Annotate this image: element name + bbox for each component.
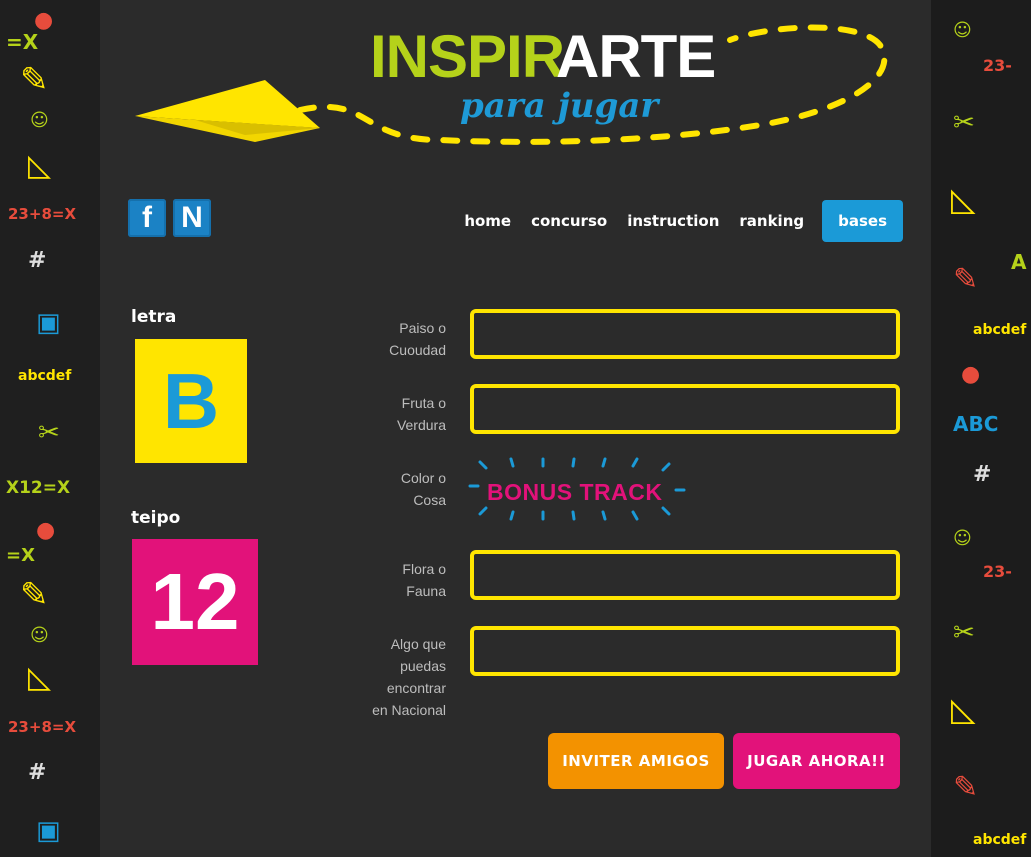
doodle-text: 23- bbox=[983, 56, 1012, 75]
cube-icon: ▣ bbox=[36, 816, 61, 846]
doodle-text: abcdef bbox=[973, 832, 1027, 848]
city-input[interactable] bbox=[470, 309, 900, 359]
smile-icon: ☺ bbox=[30, 110, 49, 131]
scissors-icon: ✂ bbox=[953, 108, 975, 138]
letter-card: B bbox=[135, 339, 247, 463]
tictactoe-icon: # bbox=[28, 760, 47, 785]
field-label-fruit: Fruta o Verdura bbox=[326, 392, 446, 436]
main-nav: home concurso instruction ranking bases bbox=[454, 200, 903, 242]
label-line: Algo que bbox=[390, 636, 446, 652]
fruit-input[interactable] bbox=[470, 384, 900, 434]
right-decoration-panel: ☺ 23- ✂ ◺ ✎ abcdef ● ABC # ☺ 23- ✂ ◺ ✎ a… bbox=[931, 0, 1031, 857]
letter-value: B bbox=[162, 356, 220, 445]
ruler-triangle-icon: ◺ bbox=[28, 660, 52, 695]
n-social-icon[interactable]: N bbox=[173, 199, 211, 237]
ruler-triangle-icon: ◺ bbox=[28, 148, 52, 183]
letter-heading: letra bbox=[131, 307, 177, 327]
nacional-input[interactable] bbox=[470, 626, 900, 676]
logo-text-inspir: INSPIR bbox=[370, 23, 565, 90]
paper-plane-icon bbox=[135, 80, 320, 142]
field-label-city: Paiso o Cuoudad bbox=[326, 317, 446, 361]
label-line: Verdura bbox=[396, 417, 446, 433]
time-heading: teipo bbox=[131, 508, 181, 528]
nav-ranking[interactable]: ranking bbox=[729, 200, 814, 242]
apple-icon: ● bbox=[34, 8, 54, 33]
logo-text-arte: ARTE bbox=[556, 23, 716, 90]
pencil-icon: ✎ bbox=[953, 770, 979, 805]
scissors-icon: ✂ bbox=[953, 618, 975, 648]
nav-home[interactable]: home bbox=[454, 200, 521, 242]
nav-concurso[interactable]: concurso bbox=[521, 200, 617, 242]
doodle-text: 23+8=X bbox=[8, 205, 77, 223]
label-line: en Nacional bbox=[372, 702, 446, 718]
doodle-text: =X bbox=[6, 545, 35, 566]
label-line: encontrar bbox=[386, 680, 446, 696]
doodle-text: A bbox=[1011, 250, 1027, 274]
doodle-text: abcdef bbox=[973, 322, 1027, 338]
apple-icon: ● bbox=[961, 362, 981, 387]
invite-friends-button[interactable]: INVITER AMIGOS bbox=[548, 733, 724, 789]
site-logo: INSPIR ARTE bbox=[370, 22, 716, 92]
facebook-icon[interactable]: f bbox=[128, 199, 166, 237]
doodle-text: abcdef bbox=[18, 368, 72, 384]
ruler-triangle-icon: ◺ bbox=[951, 180, 976, 218]
smile-icon: ☺ bbox=[953, 20, 972, 41]
scissors-icon: ✂ bbox=[38, 418, 60, 448]
left-decoration-panel: =X ● ✎ ☺ ◺ 23+8=X # ▣ abcdef ✂ X12=X ● =… bbox=[0, 0, 100, 857]
label-line: Paiso o bbox=[399, 320, 446, 336]
apple-icon: ● bbox=[36, 518, 56, 543]
label-line: puedas bbox=[400, 658, 446, 674]
cube-icon: ▣ bbox=[36, 308, 61, 338]
label-line: Fruta o bbox=[401, 395, 446, 411]
tictactoe-icon: # bbox=[28, 248, 47, 273]
bonus-track-badge[interactable]: BONUS TRACK bbox=[468, 456, 688, 522]
pencil-icon: ✎ bbox=[953, 262, 979, 297]
field-label-nacional: Algo que puedas encontrar en Nacional bbox=[326, 633, 446, 721]
label-line: Flora o bbox=[402, 561, 446, 577]
doodle-text: ABC bbox=[953, 412, 999, 436]
time-value: 12 bbox=[150, 557, 240, 646]
field-label-color: Color o Cosa bbox=[326, 467, 446, 511]
flora-input[interactable] bbox=[470, 550, 900, 600]
label-line: Fauna bbox=[406, 583, 446, 599]
bonus-track-label: BONUS TRACK bbox=[487, 479, 663, 505]
label-line: Color o bbox=[400, 470, 446, 486]
doodle-text: X12=X bbox=[6, 478, 71, 498]
doodle-text: 23+8=X bbox=[8, 718, 77, 736]
smile-icon: ☺ bbox=[953, 528, 972, 549]
pencil-icon: ✎ bbox=[20, 60, 49, 100]
pencil-icon: ✎ bbox=[20, 575, 49, 615]
nav-instruction[interactable]: instruction bbox=[617, 200, 729, 242]
nav-bases[interactable]: bases bbox=[822, 200, 903, 242]
doodle-text: 23- bbox=[983, 562, 1012, 581]
logo-subtitle: para jugar bbox=[460, 86, 659, 126]
play-now-button[interactable]: JUGAR AHORA!! bbox=[733, 733, 900, 789]
field-label-flora: Flora o Fauna bbox=[326, 558, 446, 602]
time-card: 12 bbox=[132, 539, 258, 665]
smile-icon: ☺ bbox=[30, 625, 49, 646]
tictactoe-icon: # bbox=[973, 462, 992, 487]
label-line: Cosa bbox=[413, 492, 446, 508]
label-line: Cuoudad bbox=[389, 342, 446, 358]
doodle-text: =X bbox=[6, 30, 39, 54]
ruler-triangle-icon: ◺ bbox=[951, 690, 976, 728]
